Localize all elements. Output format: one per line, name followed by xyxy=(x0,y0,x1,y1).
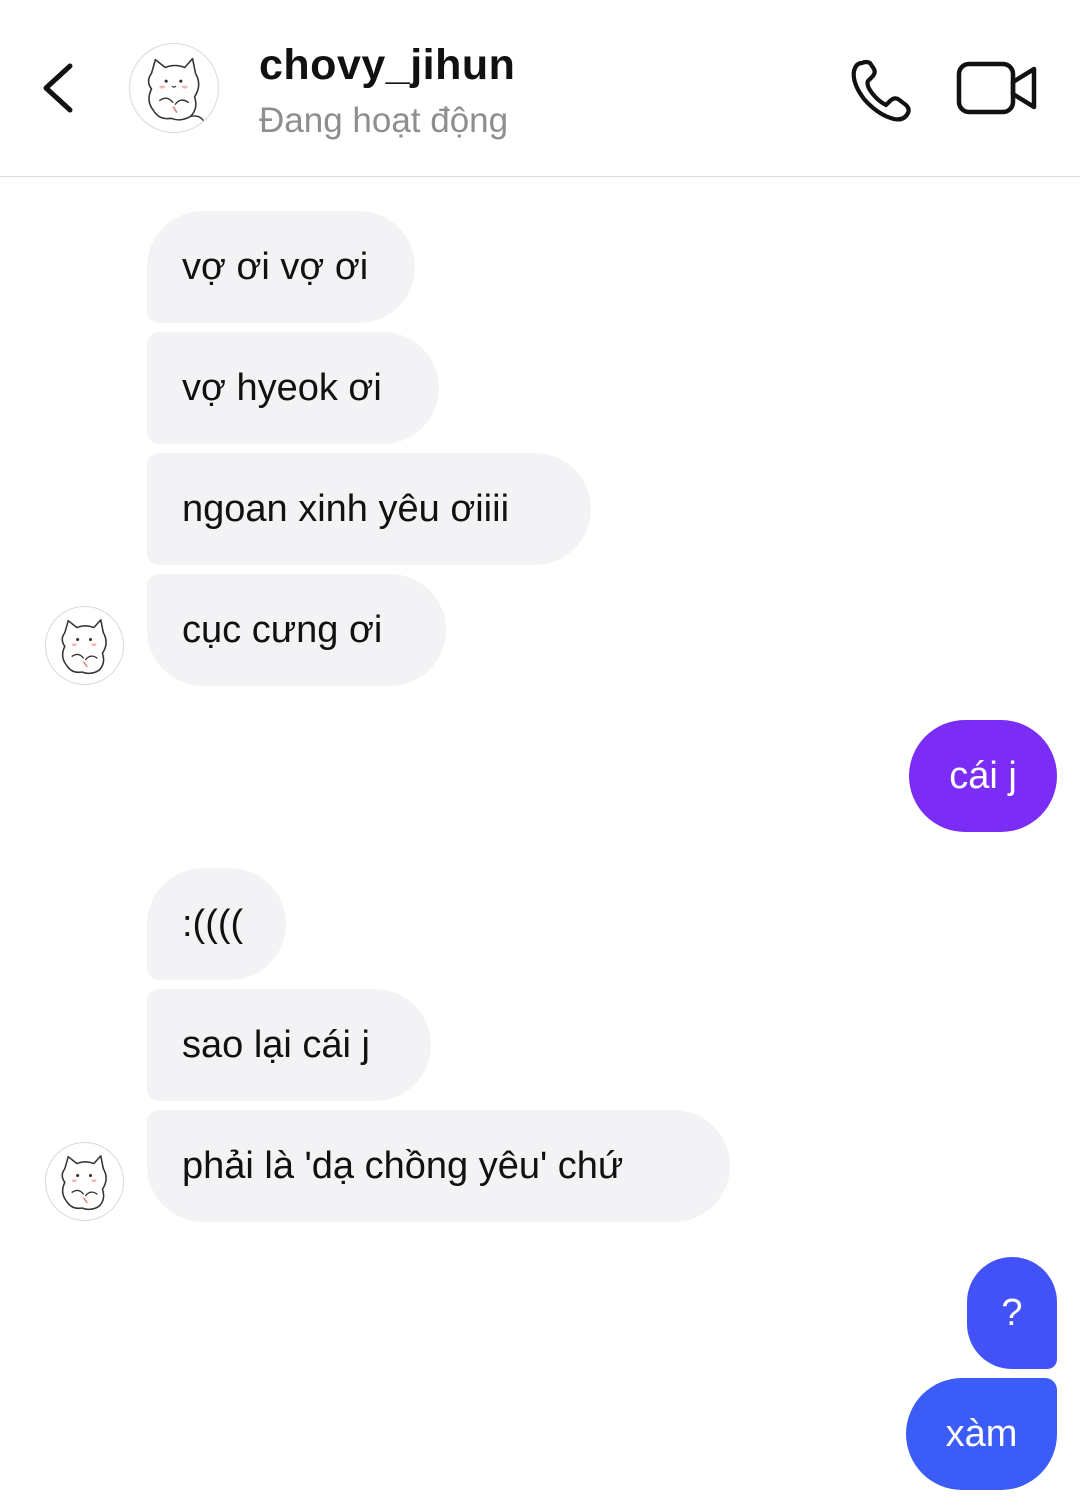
phone-icon[interactable] xyxy=(848,57,914,123)
outgoing-message[interactable]: cái j xyxy=(909,720,1057,832)
active-status: Đang hoạt động xyxy=(259,101,509,140)
incoming-message[interactable]: :(((( xyxy=(147,868,286,980)
incoming-message[interactable]: vợ ơi vợ ơi xyxy=(147,211,415,323)
outgoing-message[interactable]: ? xyxy=(967,1257,1057,1369)
cat-avatar-icon xyxy=(61,1155,107,1211)
contact-username[interactable]: chovy_jihun xyxy=(259,40,515,90)
incoming-message[interactable]: phải là 'dạ chồng yêu' chứ xyxy=(147,1110,730,1222)
incoming-message[interactable]: sao lại cái j xyxy=(147,989,431,1101)
cat-avatar-icon xyxy=(61,619,107,675)
incoming-message[interactable]: vợ hyeok ơi xyxy=(147,332,439,444)
cat-avatar-icon xyxy=(147,57,205,123)
video-camera-icon[interactable] xyxy=(956,60,1038,116)
sender-avatar[interactable] xyxy=(45,1142,124,1221)
back-chevron-icon[interactable] xyxy=(36,58,84,118)
sender-avatar[interactable] xyxy=(45,606,124,685)
outgoing-message[interactable]: xàm xyxy=(906,1378,1057,1490)
contact-avatar[interactable] xyxy=(129,43,219,133)
incoming-message[interactable]: cục cưng ơi xyxy=(147,574,446,686)
chat-header: chovy_jihun Đang hoạt động xyxy=(0,0,1080,177)
incoming-message[interactable]: ngoan xinh yêu ơiiii xyxy=(147,453,591,565)
